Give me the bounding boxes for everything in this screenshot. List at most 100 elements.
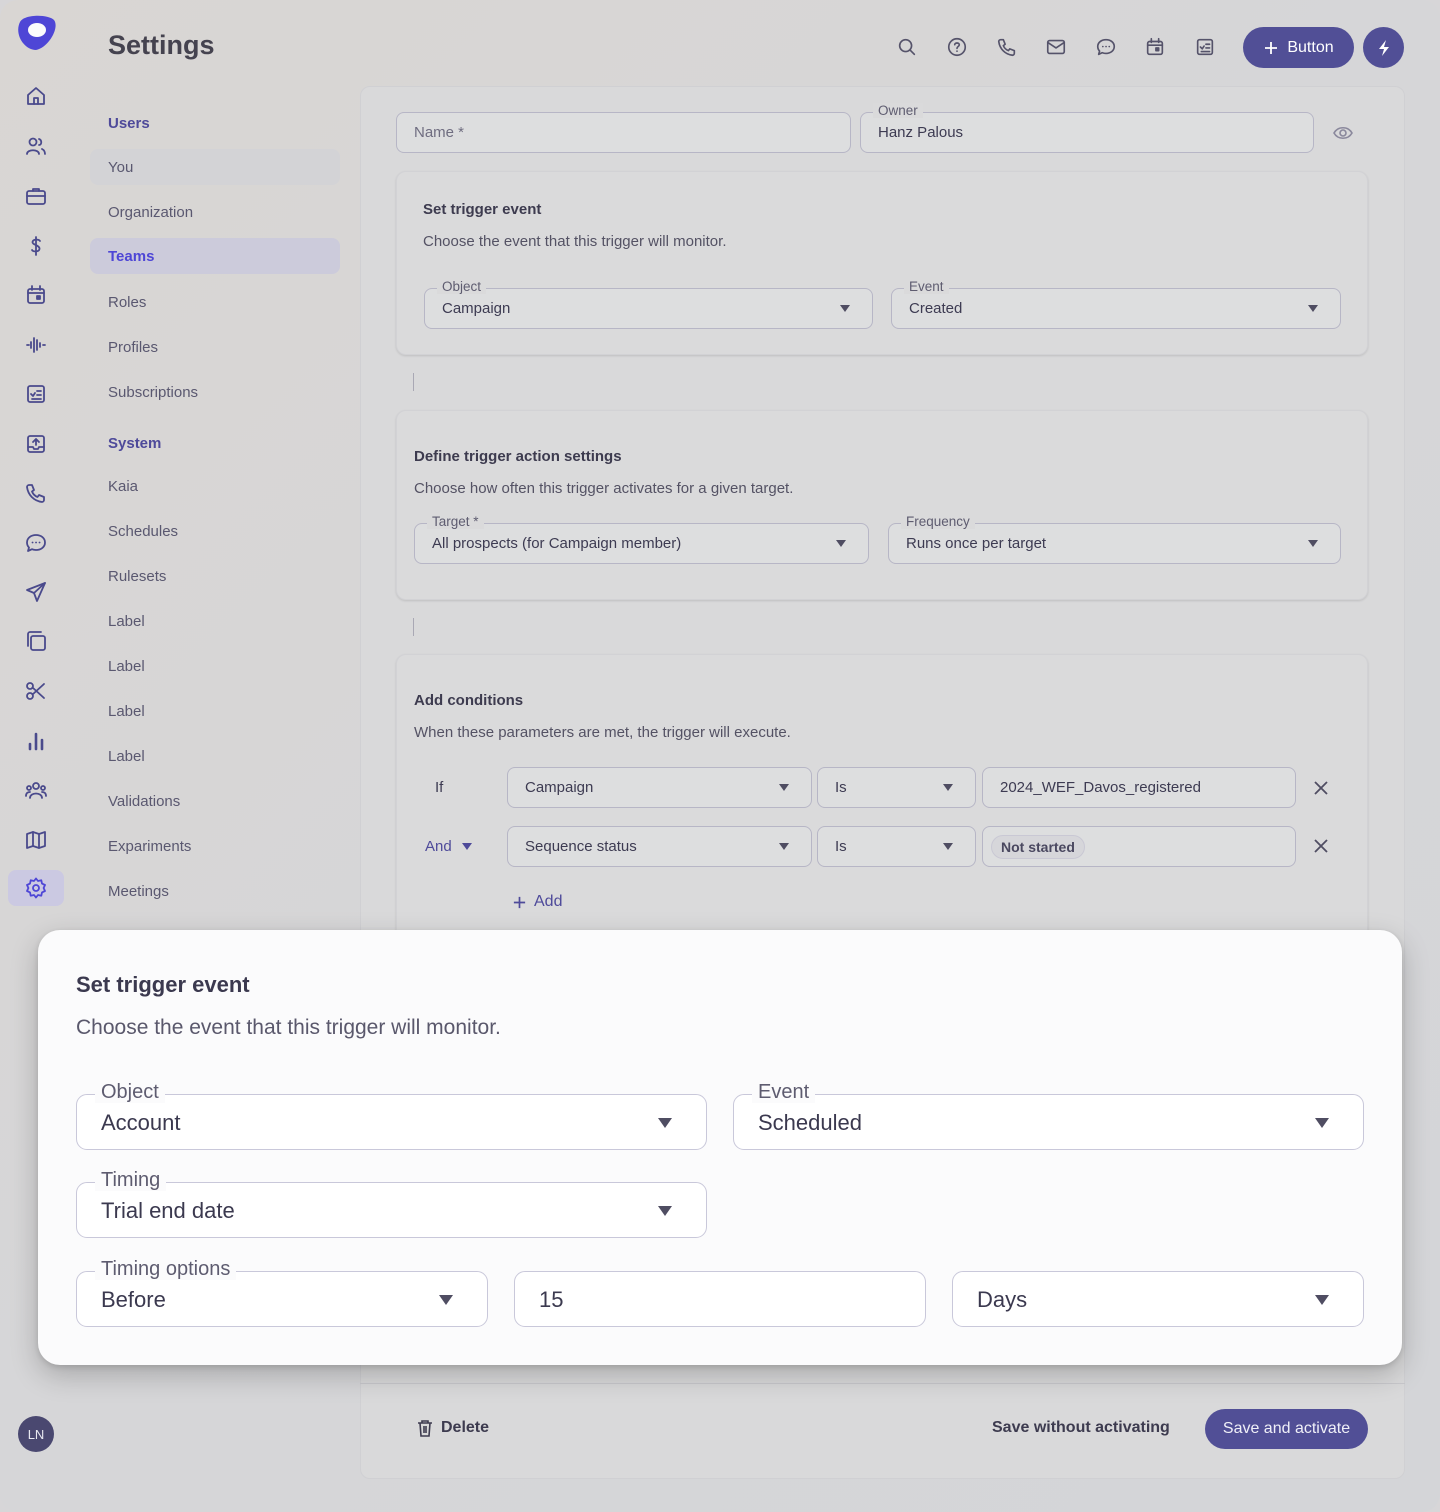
trigger-event-title: Set trigger event (423, 201, 542, 218)
nav-section-users: Users (108, 115, 150, 132)
bolt-button[interactable] (1363, 27, 1404, 68)
frequency-select[interactable]: Frequency Runs once per target (888, 514, 1341, 564)
nav-section-system: System (108, 435, 162, 452)
nav-item-profiles[interactable]: Profiles (90, 329, 340, 365)
condition-connector-and-select[interactable]: And (425, 838, 472, 855)
nav-item-label: Organization (108, 203, 194, 221)
nav-item-kaia[interactable]: Kaia (90, 468, 340, 504)
status-chip[interactable]: Not started (991, 834, 1085, 859)
nav-item-roles[interactable]: Roles (90, 284, 340, 320)
event-select[interactable]: Event Created (891, 279, 1341, 329)
chat-icon (1096, 38, 1116, 56)
rail-calendar[interactable] (8, 277, 64, 313)
target-select[interactable]: Target * All prospects (for Campaign mem… (414, 514, 869, 564)
conditions-description: When these parameters are met, the trigg… (414, 724, 791, 741)
frequency-value: Runs once per target (906, 535, 1047, 552)
condition-value-input[interactable]: Not started (982, 826, 1296, 867)
remove-condition-button[interactable] (1311, 778, 1331, 798)
rail-send[interactable] (8, 574, 64, 610)
object-select[interactable]: Object Campaign (424, 279, 873, 329)
header-search[interactable] (894, 34, 920, 60)
nav-item-label: Kaia (108, 477, 139, 495)
rail-people[interactable] (8, 128, 64, 164)
nav-item-organization[interactable]: Organization (90, 194, 340, 230)
overlay-unit-select[interactable]: Days (952, 1271, 1364, 1327)
name-input[interactable]: Name * (396, 112, 851, 153)
condition-field-select[interactable]: Campaign (507, 767, 812, 808)
rail-phone[interactable] (8, 475, 64, 511)
nav-item-experiments[interactable]: Expariments (90, 828, 340, 864)
condition-field-select[interactable]: Sequence status (507, 826, 812, 867)
gear-icon (26, 877, 46, 899)
overlay-timing-options-select[interactable]: Timing options Before (76, 1258, 488, 1327)
close-icon (1314, 839, 1328, 853)
task-list-icon (27, 385, 45, 403)
nav-item-validations[interactable]: Validations (90, 783, 340, 819)
overlay-timing-select[interactable]: Timing Trial end date (76, 1169, 707, 1238)
nav-item-label: You (108, 158, 134, 176)
nav-item-label-1[interactable]: Label (90, 603, 340, 639)
event-value: Created (909, 300, 963, 317)
calendar-icon (27, 285, 45, 304)
nav-item-rulesets[interactable]: Rulesets (90, 558, 340, 594)
nav-item-label: Label (108, 747, 145, 765)
rail-team[interactable] (8, 772, 64, 808)
overlay-title: Set trigger event (76, 972, 250, 997)
header-phone[interactable] (994, 34, 1020, 60)
rail-scissors[interactable] (8, 673, 64, 709)
header-chat[interactable] (1093, 34, 1119, 60)
overlay-event-select[interactable]: Event Scheduled (733, 1081, 1364, 1150)
owner-value: Hanz Palous (878, 124, 964, 141)
name-placeholder: Name * (414, 124, 465, 141)
rail-settings[interactable] (8, 870, 64, 906)
nav-item-label-3[interactable]: Label (90, 693, 340, 729)
overlay-object-select[interactable]: Object Account (76, 1081, 707, 1150)
nav-item-label-2[interactable]: Label (90, 648, 340, 684)
nav-item-you[interactable]: You (90, 149, 340, 185)
rail-dollar[interactable] (8, 228, 64, 264)
user-avatar[interactable]: LN (18, 1416, 54, 1452)
owner-field[interactable]: Owner Hanz Palous (860, 103, 1314, 153)
rail-waveform[interactable] (8, 327, 64, 363)
overlay-amount-input[interactable]: 15 (514, 1271, 926, 1327)
rail-copy[interactable] (8, 623, 64, 659)
waveform-icon (26, 337, 46, 353)
header-calendar[interactable] (1142, 34, 1168, 60)
nav-item-meetings[interactable]: Meetings (90, 873, 340, 909)
nav-item-teams[interactable]: Teams (90, 238, 340, 274)
header-mail[interactable] (1043, 34, 1069, 60)
condition-operator-select[interactable]: Is (817, 767, 976, 808)
save-without-activating-button[interactable]: Save without activating (992, 1419, 1170, 1437)
rail-chart[interactable] (8, 723, 64, 759)
trigger-event-description: Choose the event that this trigger will … (423, 233, 727, 250)
save-and-activate-button[interactable]: Save and activate (1205, 1409, 1368, 1449)
caret-down-icon (840, 305, 850, 312)
rail-chat[interactable] (8, 525, 64, 561)
nav-item-label-4[interactable]: Label (90, 738, 340, 774)
add-condition-button[interactable]: Add (512, 893, 562, 911)
remove-condition-button[interactable] (1311, 836, 1331, 856)
connector-line (413, 618, 414, 636)
caret-down-icon (1308, 305, 1318, 312)
delete-button[interactable]: Delete (416, 1418, 489, 1438)
action-settings-title: Define trigger action settings (414, 448, 622, 465)
header-help[interactable] (944, 34, 970, 60)
rail-upload[interactable] (8, 426, 64, 462)
rail-map[interactable] (8, 822, 64, 858)
nav-item-subscriptions[interactable]: Subscriptions (90, 374, 340, 410)
condition-field-value: Campaign (525, 779, 594, 796)
condition-operator-select[interactable]: Is (817, 826, 976, 867)
nav-item-schedules[interactable]: Schedules (90, 513, 340, 549)
overlay-timing-value: Trial end date (101, 1198, 235, 1223)
header-tasks[interactable] (1192, 34, 1218, 60)
primary-add-button[interactable]: Button (1243, 27, 1354, 68)
caret-down-icon (658, 1118, 672, 1128)
eye-icon[interactable] (1332, 123, 1354, 143)
rail-tasks[interactable] (8, 376, 64, 412)
brand-logo-icon[interactable] (14, 12, 58, 52)
condition-value-input[interactable]: 2024_WEF_Davos_registered (982, 767, 1296, 808)
nav-item-label: Label (108, 612, 145, 630)
rail-home[interactable] (8, 78, 64, 114)
rail-briefcase[interactable] (8, 178, 64, 214)
caret-down-icon (943, 784, 953, 791)
